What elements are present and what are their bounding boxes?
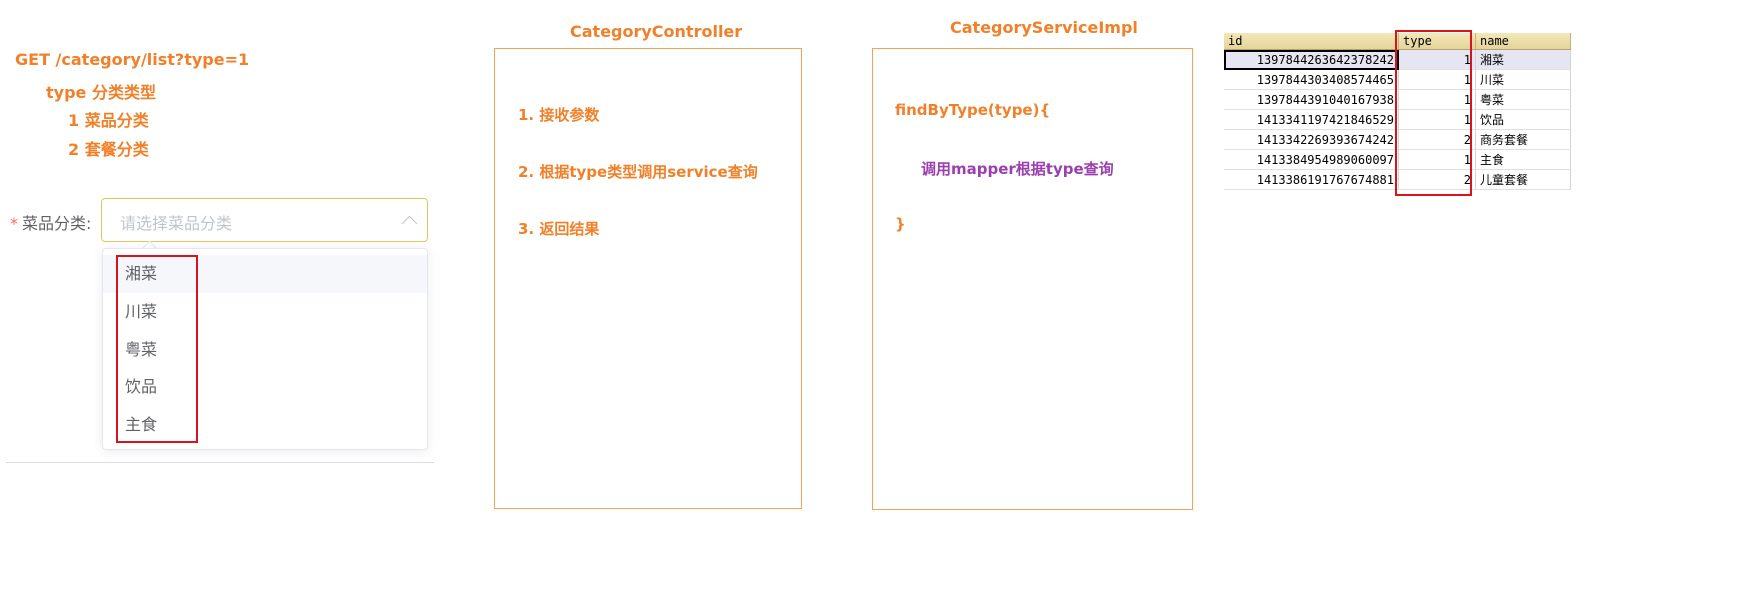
api-option-2: 2 套餐分类	[68, 140, 149, 159]
cell-id[interactable]: 1413342269393674242	[1224, 129, 1399, 150]
controller-title: CategoryController	[570, 22, 743, 41]
chevron-up-icon[interactable]	[401, 215, 418, 232]
controller-step-3: 3. 返回结果	[518, 220, 600, 238]
service-method-close: }	[895, 215, 906, 233]
controller-step-1: 1. 接收参数	[518, 106, 600, 124]
type-column-highlight-box	[1395, 30, 1472, 196]
cell-name[interactable]: 主食	[1475, 149, 1571, 170]
cell-id[interactable]: 1397844391040167938	[1224, 89, 1399, 110]
cell-name[interactable]: 商务套餐	[1475, 129, 1571, 150]
service-method-body: 调用mapper根据type查询	[921, 160, 1114, 178]
form-divider	[6, 462, 434, 463]
cell-id[interactable]: 1413384954989060097	[1224, 149, 1399, 170]
required-mark: *	[10, 214, 18, 233]
category-label: * 菜品分类:	[10, 210, 91, 234]
category-select[interactable]: 请选择菜品分类	[101, 198, 428, 242]
category-label-text: 菜品分类:	[22, 214, 92, 233]
api-param: type 分类类型	[46, 83, 156, 102]
controller-panel: 1. 接收参数 2. 根据type类型调用service查询 3. 返回结果	[494, 48, 802, 509]
cell-name[interactable]: 川菜	[1475, 69, 1571, 90]
cell-id[interactable]: 1413386191767674881	[1224, 169, 1399, 190]
cell-id[interactable]: 1397844263642378242	[1224, 49, 1399, 70]
cell-name[interactable]: 湘菜	[1475, 49, 1571, 70]
cell-name[interactable]: 粤菜	[1475, 89, 1571, 110]
api-request: GET /category/list?type=1	[15, 50, 250, 69]
cell-id[interactable]: 1413341197421846529	[1224, 109, 1399, 130]
options-highlight-box	[116, 255, 198, 443]
cell-name[interactable]: 儿童套餐	[1475, 169, 1571, 190]
service-method-open: findByType(type){	[895, 101, 1051, 119]
api-option-1: 1 菜品分类	[68, 111, 149, 130]
cell-id[interactable]: 1397844303408574465	[1224, 69, 1399, 90]
select-placeholder: 请选择菜品分类	[120, 214, 233, 233]
service-title: CategoryServiceImpl	[950, 18, 1138, 37]
controller-step-2: 2. 根据type类型调用service查询	[518, 163, 758, 181]
column-header-id[interactable]: id	[1224, 33, 1399, 50]
cell-name[interactable]: 饮品	[1475, 109, 1571, 130]
service-panel: findByType(type){ 调用mapper根据type查询 }	[872, 48, 1193, 510]
column-header-name[interactable]: name	[1475, 33, 1571, 50]
